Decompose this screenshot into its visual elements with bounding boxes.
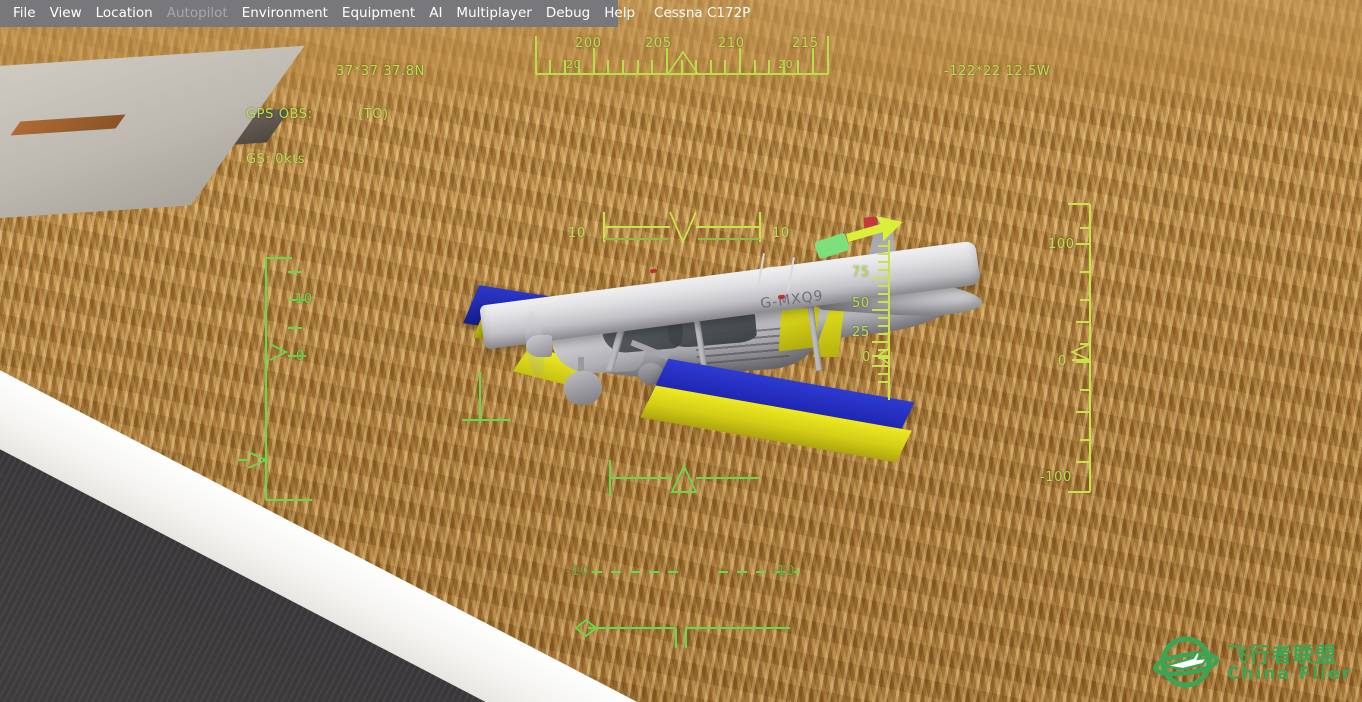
- second-aircraft-elevator: [814, 232, 850, 260]
- menu-item-debug[interactable]: Debug: [539, 0, 597, 27]
- menu-item-view[interactable]: View: [43, 0, 89, 27]
- menu-item-multiplayer[interactable]: Multiplayer: [449, 0, 538, 27]
- logo-text-group: 飞行者联盟 China Flier: [1227, 645, 1352, 683]
- china-flier-watermark: 飞行者联盟 China Flier: [1152, 634, 1352, 694]
- simulator-3d-viewport[interactable]: G-MXQ9: [0, 0, 1362, 702]
- aircraft-spinner: [526, 335, 552, 357]
- logo-text-english: China Flier: [1226, 664, 1352, 684]
- aircraft-nav-light: [649, 268, 658, 274]
- menu-item-environment[interactable]: Environment: [235, 0, 335, 27]
- menu-item-file[interactable]: File: [6, 0, 43, 27]
- menu-item-autopilot: Autopilot: [166, 5, 228, 21]
- menu-item-location[interactable]: Location: [89, 0, 160, 27]
- aircraft-model[interactable]: G-MXQ9: [460, 195, 984, 505]
- menu-aircraft-title: Cessna C172P: [654, 5, 751, 21]
- flightgear-window: G-MXQ9 200 205 210 215 20 20 37*37 37.8N…: [0, 0, 1362, 702]
- globe-plane-logo-icon: [1152, 636, 1219, 688]
- menu-item-help[interactable]: Help: [597, 0, 642, 27]
- main-menu-bar[interactable]: File View Location Autopilot Environment…: [0, 0, 750, 27]
- menu-item-ai[interactable]: AI: [422, 0, 449, 27]
- menu-item-equipment[interactable]: Equipment: [335, 0, 422, 27]
- logo-text-chinese: 飞行者联盟: [1226, 643, 1337, 667]
